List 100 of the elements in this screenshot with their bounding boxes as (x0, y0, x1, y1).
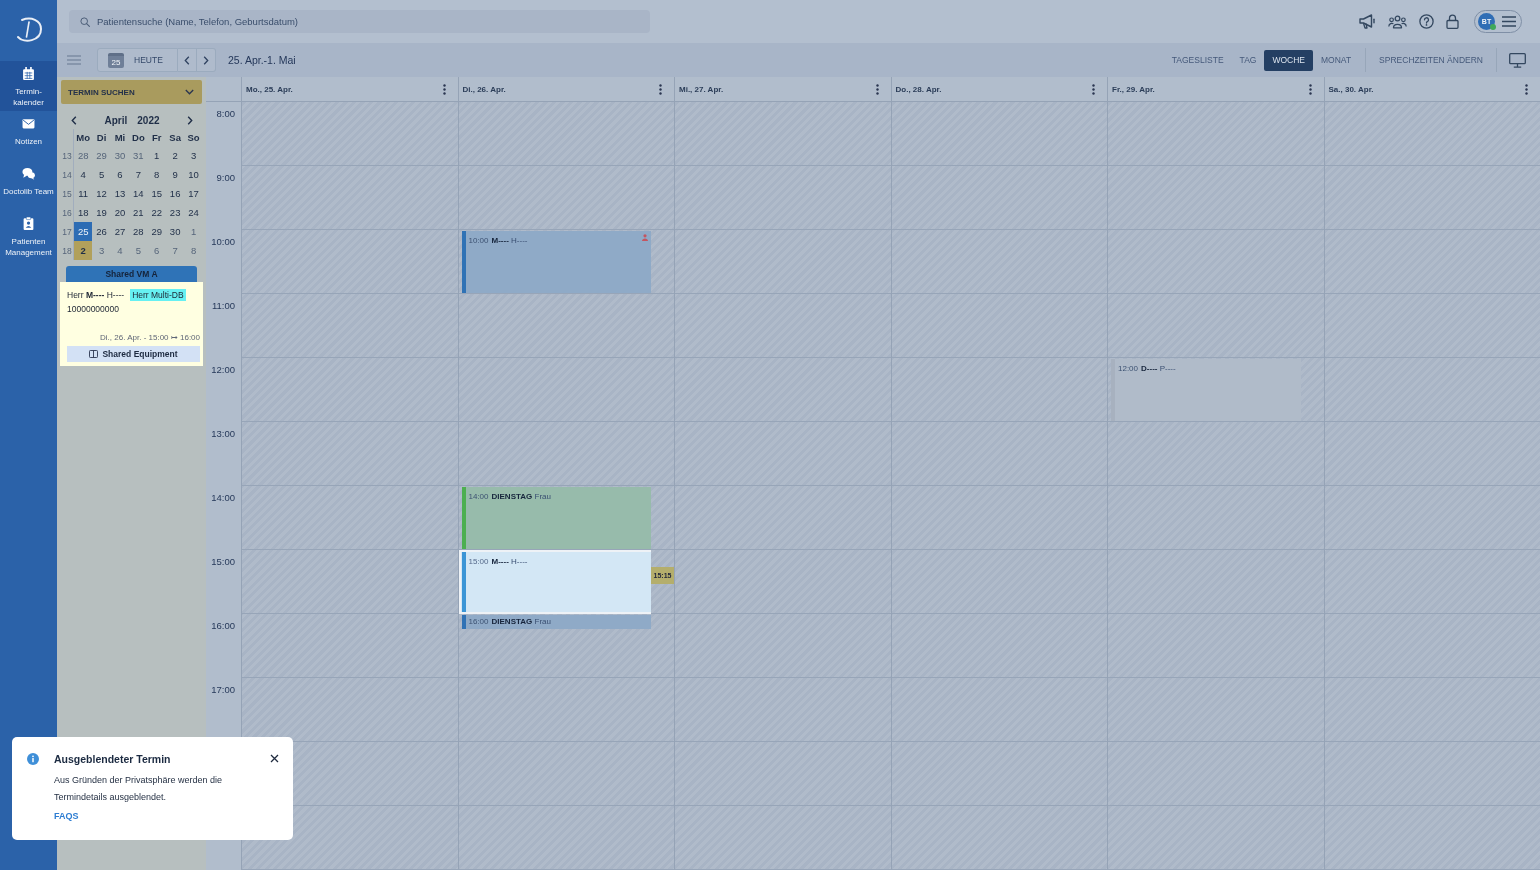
envelope-icon (22, 117, 35, 130)
appointment-title: DIENSTAG Frau (491, 492, 551, 502)
calendar-day[interactable]: 2 (165, 146, 185, 165)
calendar-day[interactable]: 4 (74, 165, 93, 184)
nav-item[interactable]: Patienten Management (0, 211, 57, 261)
week-number: 13 (61, 146, 74, 165)
calendar-day[interactable]: 10 (184, 165, 203, 184)
calendar-day[interactable]: 21 (129, 203, 148, 222)
menu-icon (1502, 16, 1516, 27)
vertical-dots-icon[interactable] (875, 83, 879, 95)
calendar-day[interactable]: 11 (74, 184, 93, 203)
popover-title: Shared VM A (66, 266, 197, 282)
day-header-label: Mo., 25. Apr. (246, 84, 293, 94)
calendar-day[interactable]: 24 (184, 203, 203, 222)
appointment-card[interactable]: 10:00 M---- H---- (461, 231, 651, 293)
calendar-day[interactable]: 26 (92, 222, 111, 241)
appointment-card[interactable]: 15:00 M---- H---- (458, 550, 651, 614)
patient-tag: Herr Multi-DB (130, 288, 186, 301)
faq-link[interactable]: FAQS (54, 811, 79, 821)
appointment-card[interactable]: 16:00 DIENSTAG Frau (461, 615, 651, 629)
today-button[interactable]: 25 HEUTE (97, 48, 178, 72)
lock-icon[interactable] (1446, 14, 1459, 29)
calendar-day[interactable]: 8 (147, 165, 166, 184)
person-icon (642, 234, 648, 241)
view-tab[interactable]: TAGESLISTE (1163, 49, 1232, 71)
chevron-left-icon[interactable] (71, 115, 77, 125)
nav-item[interactable]: Doctolib Team (0, 161, 57, 211)
calendar-day[interactable]: 7 (129, 165, 148, 184)
people-group-icon[interactable] (1388, 14, 1407, 29)
find-appointment-dropdown[interactable]: TERMIN SUCHEN (61, 80, 202, 104)
toast-message: Aus Gründen der Privatsphäre werden die Termindetails ausgeblendet. (54, 774, 224, 804)
calendar-day[interactable]: 9 (165, 165, 185, 184)
search-field[interactable]: Patientensuche (Name, Telefon, Geburtsdatum) (69, 10, 650, 33)
shared-equipment-button[interactable]: Shared Equipment (67, 346, 200, 362)
clipboard-person-icon (22, 217, 35, 230)
hour-label: 8:00 (216, 108, 235, 119)
vertical-dots-icon[interactable] (1092, 83, 1095, 95)
calendar-day[interactable]: 1 (147, 146, 166, 165)
monitor-icon[interactable] (1509, 52, 1526, 68)
calendar-day[interactable]: 19 (92, 203, 111, 222)
view-tab[interactable]: TAG (1231, 49, 1265, 71)
appointment-time: 12:00 (1118, 364, 1139, 374)
vertical-dots-icon[interactable] (442, 83, 446, 95)
info-icon (27, 753, 39, 765)
nav-item[interactable]: Notizen (0, 111, 57, 161)
calendar-day[interactable]: 30 (165, 222, 185, 241)
vertical-dots-icon[interactable] (1308, 83, 1312, 95)
hour-label: 17:00 (211, 684, 235, 695)
calendar-day[interactable]: 6 (110, 165, 130, 184)
calendar-day[interactable]: 23 (165, 203, 185, 222)
close-icon[interactable] (270, 754, 279, 763)
view-tab[interactable]: MONAT (1313, 49, 1360, 71)
appointment-time: 10:00 (468, 236, 489, 246)
view-tab[interactable]: WOCHE (1264, 49, 1314, 71)
vertical-dots-icon[interactable] (1525, 83, 1528, 95)
appointment-card[interactable]: 14:00 DIENSTAG Frau (461, 487, 651, 549)
chevron-right-icon[interactable] (187, 115, 193, 125)
next-week-button[interactable] (197, 48, 216, 72)
calendar-day[interactable]: 14 (129, 184, 148, 203)
calendar-day[interactable]: 20 (110, 203, 130, 222)
calendar-day[interactable]: 25 (74, 222, 93, 241)
calendar-icon: 25 (108, 52, 124, 68)
appointment-title: M---- H---- (491, 236, 528, 246)
appointment-title: DIENSTAG Frau (491, 617, 551, 627)
hour-label: 11:00 (211, 300, 235, 311)
megaphone-icon[interactable] (1359, 14, 1376, 29)
calendar-day[interactable]: 27 (110, 222, 130, 241)
hour-label: 9:00 (216, 172, 235, 183)
day-header-label: Do., 28. Apr. (895, 84, 942, 94)
appointment-card[interactable]: 12:00 D---- P---- (1111, 359, 1301, 421)
calendar-day[interactable]: 18 (74, 203, 93, 222)
help-icon[interactable] (1419, 14, 1434, 29)
year-label: 2022 (137, 114, 160, 126)
calendar-day[interactable]: 3 (184, 146, 203, 165)
appointment-title: M---- H---- (491, 557, 528, 567)
day-header-label: Sa., 30. Apr. (1328, 84, 1374, 94)
calendar-day[interactable]: 12 (92, 184, 111, 203)
calendar-day[interactable]: 2 (74, 241, 93, 260)
previous-week-button[interactable] (178, 48, 197, 72)
calendar-day[interactable]: 5 (92, 165, 111, 184)
calendar-day[interactable]: 17 (184, 184, 203, 203)
calendar-day[interactable]: 15 (147, 184, 166, 203)
hour-label: 16:00 (211, 620, 235, 631)
calendar-day[interactable]: 16 (165, 184, 185, 203)
hour-label: 10:00 (211, 236, 235, 247)
appointment-title: D---- P---- (1141, 364, 1176, 374)
appointment-time: 15:00 (468, 557, 489, 567)
change-hours-button[interactable]: SPRECHZEITEN ÄNDERN (1372, 49, 1490, 71)
calendar-day[interactable]: 13 (110, 184, 130, 203)
calendar-day[interactable]: 22 (147, 203, 166, 222)
day-header-label: Di., 26. Apr. (462, 84, 506, 94)
hour-label: 12:00 (211, 364, 235, 375)
weekday-label: Mo (75, 131, 92, 145)
vertical-dots-icon[interactable] (659, 83, 662, 95)
calendar-day[interactable]: 28 (129, 222, 148, 241)
chat-bubbles-icon (22, 167, 35, 180)
nav-item[interactable]: Termin-kalender (0, 61, 57, 111)
weekday-label: Do (131, 131, 146, 145)
hour-label: 14:00 (211, 492, 235, 503)
calendar-day[interactable]: 29 (147, 222, 166, 241)
